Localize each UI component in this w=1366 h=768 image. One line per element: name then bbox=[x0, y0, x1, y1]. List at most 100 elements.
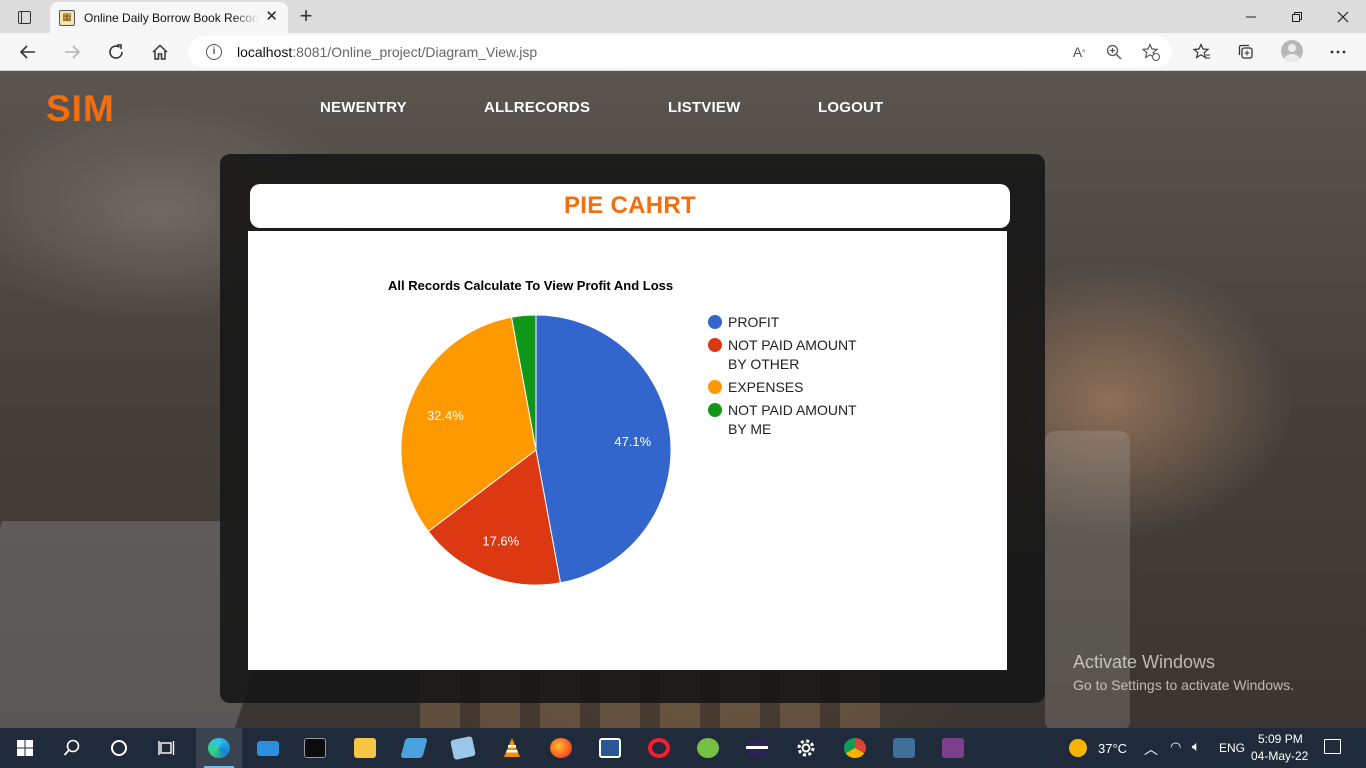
legend-item[interactable]: EXPENSES bbox=[708, 379, 803, 395]
browser-tab[interactable]: ▦ Online Daily Borrow Book Records ✕ bbox=[50, 2, 288, 33]
start-button[interactable] bbox=[2, 728, 48, 768]
pie-slice-label: 17.6% bbox=[482, 534, 519, 549]
back-arrow-icon bbox=[19, 45, 35, 59]
page-viewport: SIM NEWENTRY ALLRECORDS LISTVIEW LOGOUT … bbox=[0, 71, 1366, 728]
forward-arrow-icon bbox=[65, 45, 81, 59]
taskbar-torrent[interactable] bbox=[685, 728, 731, 768]
new-tab-button[interactable]: + bbox=[294, 3, 318, 29]
search-button[interactable] bbox=[49, 728, 95, 768]
legend-item[interactable]: NOT PAID AMOUNT BY ME bbox=[708, 402, 857, 437]
site-favicon-icon: ▦ bbox=[59, 9, 75, 26]
back-button[interactable] bbox=[13, 38, 43, 66]
ellipsis-glyph bbox=[1330, 50, 1346, 54]
chart-title: All Records Calculate To View Profit And… bbox=[388, 278, 673, 293]
taskbar-mail[interactable] bbox=[245, 728, 291, 768]
legend-swatch bbox=[708, 403, 722, 417]
remote-desktop-icon bbox=[400, 738, 428, 758]
clock-time[interactable]: 5:09 PM bbox=[1258, 732, 1303, 746]
nav-newentry[interactable]: NEWENTRY bbox=[320, 99, 407, 116]
pie-slice-label: 32.4% bbox=[427, 408, 464, 423]
weather-temperature[interactable]: 37°C bbox=[1098, 741, 1127, 756]
legend-swatch bbox=[708, 338, 722, 352]
legend-label: BY ME bbox=[728, 421, 771, 437]
collections-glyph bbox=[1238, 44, 1253, 59]
legend-label: NOT PAID AMOUNT bbox=[728, 402, 857, 418]
legend-label: NOT PAID AMOUNT bbox=[728, 337, 857, 353]
taskbar-notes[interactable] bbox=[440, 728, 486, 768]
taskbar-opera[interactable] bbox=[636, 728, 682, 768]
taskbar-terminal[interactable] bbox=[292, 728, 338, 768]
vlc-cone-icon bbox=[504, 738, 520, 757]
windows-logo-icon bbox=[17, 740, 33, 756]
nav-logout[interactable]: LOGOUT bbox=[818, 99, 883, 116]
taskbar-word[interactable] bbox=[587, 728, 633, 768]
favorites-star-glyph bbox=[1193, 43, 1210, 59]
legend-label: PROFIT bbox=[728, 314, 780, 330]
legend-label: EXPENSES bbox=[728, 379, 803, 395]
refresh-icon bbox=[109, 44, 123, 59]
site-info-icon[interactable]: i bbox=[206, 43, 222, 60]
refresh-button[interactable] bbox=[101, 38, 131, 66]
collections-icon[interactable] bbox=[1231, 38, 1261, 66]
home-button[interactable] bbox=[145, 38, 175, 66]
pie-chart-container: All Records Calculate To View Profit And… bbox=[248, 231, 1007, 670]
url-host: localhost bbox=[237, 43, 293, 60]
pie-slice-label: 47.1% bbox=[614, 434, 651, 449]
taskbar-game[interactable] bbox=[930, 728, 976, 768]
minimize-button[interactable] bbox=[1228, 0, 1274, 33]
taskbar-eclipse[interactable] bbox=[734, 728, 780, 768]
url-path: :8081/Online_project/Diagram_View.jsp bbox=[292, 43, 538, 60]
task-view-button[interactable] bbox=[144, 728, 190, 768]
game-icon bbox=[942, 738, 964, 758]
zoom-icon[interactable] bbox=[1102, 36, 1126, 67]
edge-icon bbox=[208, 738, 230, 758]
folder-icon bbox=[354, 738, 376, 758]
opera-icon bbox=[648, 738, 670, 758]
nav-allrecords[interactable]: ALLRECORDS bbox=[484, 99, 590, 116]
terminal-icon bbox=[304, 738, 326, 758]
favorites-icon[interactable] bbox=[1187, 38, 1217, 66]
volume-icon[interactable]: 🔈︎ bbox=[1192, 738, 1200, 755]
close-window-button[interactable] bbox=[1320, 0, 1366, 33]
more-options-icon[interactable] bbox=[1323, 38, 1353, 66]
cortana-button[interactable] bbox=[96, 728, 142, 768]
taskbar-mysql-workbench[interactable] bbox=[881, 728, 927, 768]
activate-windows-heading: Activate Windows bbox=[1073, 652, 1216, 672]
clock-date[interactable]: 04-May-22 bbox=[1251, 749, 1308, 763]
windows-taskbar: 37°C ︿ ◠ 🔈︎ ENG 5:09 PM 04-May-22 bbox=[0, 728, 1366, 768]
restore-button[interactable] bbox=[1274, 0, 1320, 33]
legend-swatch bbox=[708, 315, 722, 329]
legend-swatch bbox=[708, 380, 722, 394]
zoom-magnifier-glyph bbox=[1106, 44, 1122, 59]
mysql-workbench-icon bbox=[893, 738, 915, 758]
taskbar-firefox[interactable] bbox=[538, 728, 584, 768]
restore-icon bbox=[1292, 11, 1302, 22]
legend-item[interactable]: NOT PAID AMOUNT BY OTHER bbox=[708, 337, 857, 372]
notifications-icon[interactable] bbox=[1324, 739, 1341, 754]
close-icon bbox=[1337, 11, 1349, 22]
show-hidden-icons-chevron-icon[interactable]: ︿ bbox=[1144, 739, 1158, 759]
torrent-icon bbox=[697, 738, 719, 758]
url-text[interactable]: localhost:8081/Online_project/Diagram_Vi… bbox=[237, 44, 537, 60]
taskbar-file-explorer[interactable] bbox=[342, 728, 388, 768]
site-logo[interactable]: SIM bbox=[46, 88, 115, 130]
legend-item[interactable]: PROFIT bbox=[708, 314, 780, 330]
taskbar-remote-desktop[interactable] bbox=[391, 728, 437, 768]
tab-actions-button[interactable] bbox=[8, 5, 40, 29]
add-favorite-icon[interactable] bbox=[1139, 36, 1163, 67]
taskbar-edge[interactable] bbox=[196, 728, 242, 768]
taskbar-chrome[interactable] bbox=[832, 728, 878, 768]
read-aloud-icon[interactable]: Aⁿ bbox=[1067, 36, 1091, 67]
network-wifi-icon[interactable]: ◠ bbox=[1170, 739, 1181, 755]
word-icon bbox=[599, 738, 621, 758]
activate-windows-subtext: Go to Settings to activate Windows. bbox=[1073, 677, 1294, 693]
weather-sun-icon[interactable] bbox=[1069, 739, 1087, 757]
forward-button[interactable] bbox=[57, 38, 87, 66]
language-indicator[interactable]: ENG bbox=[1219, 741, 1245, 755]
taskbar-vlc[interactable] bbox=[489, 728, 535, 768]
profile-avatar[interactable] bbox=[1281, 40, 1303, 62]
taskbar-settings[interactable] bbox=[783, 728, 829, 768]
tab-close-icon[interactable]: ✕ bbox=[265, 9, 278, 25]
nav-listview[interactable]: LISTVIEW bbox=[668, 99, 740, 116]
address-bar[interactable]: i localhost:8081/Online_project/Diagram_… bbox=[188, 36, 1172, 67]
